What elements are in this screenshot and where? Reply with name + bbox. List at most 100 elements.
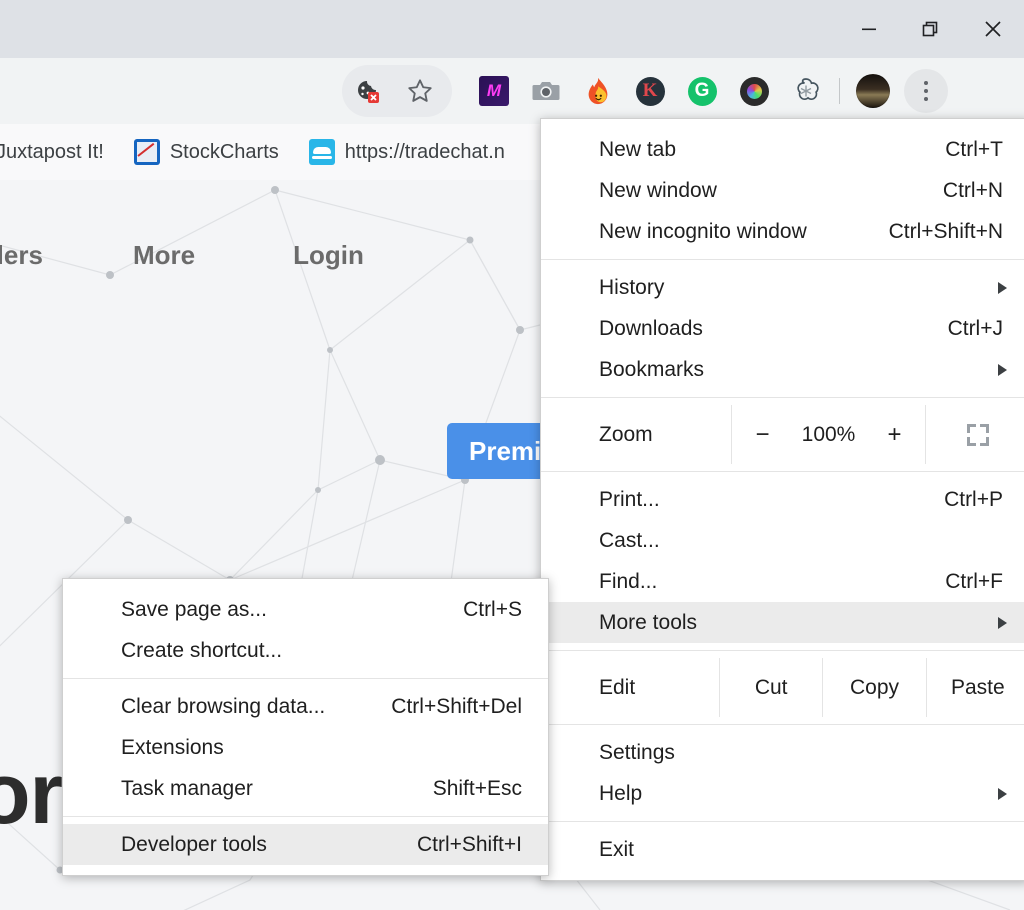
- menu-item-label: Downloads: [599, 317, 948, 341]
- menu-item-new-window[interactable]: New window Ctrl+N: [541, 170, 1024, 211]
- fullscreen-icon: [962, 419, 994, 451]
- nav-item-login[interactable]: Login: [293, 240, 364, 271]
- bookmark-stockcharts[interactable]: StockCharts: [134, 139, 279, 165]
- paste-button[interactable]: Paste: [926, 658, 1024, 717]
- bookmark-star-button[interactable]: [394, 65, 446, 117]
- menu-item-accelerator: Ctrl+Shift+I: [417, 833, 548, 857]
- chrome-menu-button[interactable]: [899, 65, 953, 117]
- menu-item-label: More tools: [599, 611, 1024, 635]
- submenu-item-extensions[interactable]: Extensions: [63, 727, 548, 768]
- submenu-item-create-shortcut[interactable]: Create shortcut...: [63, 630, 548, 671]
- bookmark-tradechat[interactable]: https://tradechat.n: [309, 139, 505, 165]
- fire-emoji-button[interactable]: [572, 65, 624, 117]
- extension-m-button[interactable]: M: [468, 65, 520, 117]
- avatar-button[interactable]: [847, 65, 899, 117]
- grammarly-icon: G: [688, 77, 717, 106]
- submenu-item-clear-browsing-data[interactable]: Clear browsing data... Ctrl+Shift+Del: [63, 686, 548, 727]
- title-bar: [0, 0, 1024, 58]
- chevron-right-icon: [998, 364, 1007, 376]
- bookmark-label: Juxtapost It!: [0, 141, 104, 164]
- submenu-item-save-page-as[interactable]: Save page as... Ctrl+S: [63, 589, 548, 630]
- menu-item-accelerator: Ctrl+Shift+Del: [391, 695, 548, 719]
- menu-separator: [541, 724, 1024, 725]
- submenu-item-task-manager[interactable]: Task manager Shift+Esc: [63, 768, 548, 809]
- minimize-button[interactable]: [838, 0, 900, 58]
- menu-separator: [63, 816, 548, 817]
- menu-item-label: History: [599, 276, 1024, 300]
- chevron-right-icon: [998, 282, 1007, 294]
- close-icon: [982, 18, 1004, 40]
- openai-button[interactable]: [780, 65, 832, 117]
- menu-item-label: Exit: [599, 838, 1024, 862]
- menu-item-help[interactable]: Help: [541, 773, 1024, 814]
- menu-item-label: Settings: [599, 741, 1024, 765]
- menu-item-downloads[interactable]: Downloads Ctrl+J: [541, 308, 1024, 349]
- menu-separator: [63, 678, 548, 679]
- menu-item-label: Help: [599, 782, 1024, 806]
- menu-row-edit: Edit Cut Copy Paste: [541, 658, 1024, 717]
- restore-icon: [920, 18, 942, 40]
- menu-item-label: Clear browsing data...: [121, 695, 391, 719]
- bookmark-label: https://tradechat.n: [345, 141, 505, 164]
- menu-item-accelerator: Ctrl+T: [945, 138, 1024, 162]
- menu-item-new-incognito-window[interactable]: New incognito window Ctrl+Shift+N: [541, 211, 1024, 252]
- color-lens-icon: [740, 77, 769, 106]
- bookmark-star-icon: [405, 76, 435, 106]
- menu-item-print[interactable]: Print... Ctrl+P: [541, 479, 1024, 520]
- menu-row-zoom: Zoom − 100% +: [541, 405, 1024, 464]
- zoom-out-button[interactable]: −: [736, 421, 790, 449]
- menu-item-label: Create shortcut...: [121, 639, 548, 663]
- extension-k-icon: K: [636, 77, 665, 106]
- bookmark-juxtapost[interactable]: Juxtapost It!: [0, 141, 104, 164]
- minimize-icon: [859, 19, 879, 39]
- camera-button[interactable]: [520, 65, 572, 117]
- menu-item-label: Find...: [599, 570, 945, 594]
- bookmark-label: StockCharts: [170, 141, 279, 164]
- toolbar-separator: [839, 78, 840, 104]
- restore-button[interactable]: [900, 0, 962, 58]
- chrome-main-menu: New tab Ctrl+T New window Ctrl+N New inc…: [540, 118, 1024, 881]
- menu-item-new-tab[interactable]: New tab Ctrl+T: [541, 129, 1024, 170]
- nav-item-bestsellers[interactable]: ellers: [0, 240, 43, 271]
- extension-k-button[interactable]: K: [624, 65, 676, 117]
- browser-toolbar: M K G: [0, 58, 1024, 124]
- cut-button[interactable]: Cut: [719, 658, 822, 717]
- submenu-item-developer-tools[interactable]: Developer tools Ctrl+Shift+I: [63, 824, 548, 865]
- menu-item-history[interactable]: History: [541, 267, 1024, 308]
- site-nav: ellers More Login: [0, 228, 545, 283]
- menu-item-more-tools[interactable]: More tools: [541, 602, 1024, 643]
- menu-item-accelerator: Ctrl+Shift+N: [889, 220, 1024, 244]
- menu-item-find[interactable]: Find... Ctrl+F: [541, 561, 1024, 602]
- color-lens-button[interactable]: [728, 65, 780, 117]
- menu-item-settings[interactable]: Settings: [541, 732, 1024, 773]
- fullscreen-button[interactable]: [926, 405, 1024, 464]
- omnibox-actions: M K G: [342, 58, 953, 124]
- more-tools-submenu: Save page as... Ctrl+S Create shortcut..…: [62, 578, 549, 876]
- menu-item-label: New tab: [599, 138, 945, 162]
- menu-item-exit[interactable]: Exit: [541, 829, 1024, 870]
- window-controls: [838, 0, 1024, 58]
- menu-item-bookmarks[interactable]: Bookmarks: [541, 349, 1024, 390]
- menu-item-label: Extensions: [121, 736, 548, 760]
- menu-separator: [541, 397, 1024, 398]
- menu-separator: [541, 471, 1024, 472]
- grammarly-button[interactable]: G: [676, 65, 728, 117]
- stockcharts-icon: [134, 139, 160, 165]
- edit-label: Edit: [541, 658, 719, 717]
- zoom-label: Zoom: [541, 405, 731, 464]
- zoom-in-button[interactable]: +: [868, 421, 922, 449]
- menu-item-label: Bookmarks: [599, 358, 1024, 382]
- close-button[interactable]: [962, 0, 1024, 58]
- menu-item-cast[interactable]: Cast...: [541, 520, 1024, 561]
- menu-item-label: Developer tools: [121, 833, 417, 857]
- nav-item-more[interactable]: More: [133, 240, 195, 271]
- menu-item-label: New incognito window: [599, 220, 889, 244]
- zoom-controls: − 100% +: [731, 405, 926, 464]
- copy-button[interactable]: Copy: [822, 658, 925, 717]
- menu-separator: [541, 259, 1024, 260]
- menu-separator: [541, 821, 1024, 822]
- cookie-blocked-button[interactable]: [342, 65, 394, 117]
- menu-item-label: Save page as...: [121, 598, 463, 622]
- menu-item-accelerator: Ctrl+P: [944, 488, 1024, 512]
- zoom-level-value: 100%: [790, 423, 868, 447]
